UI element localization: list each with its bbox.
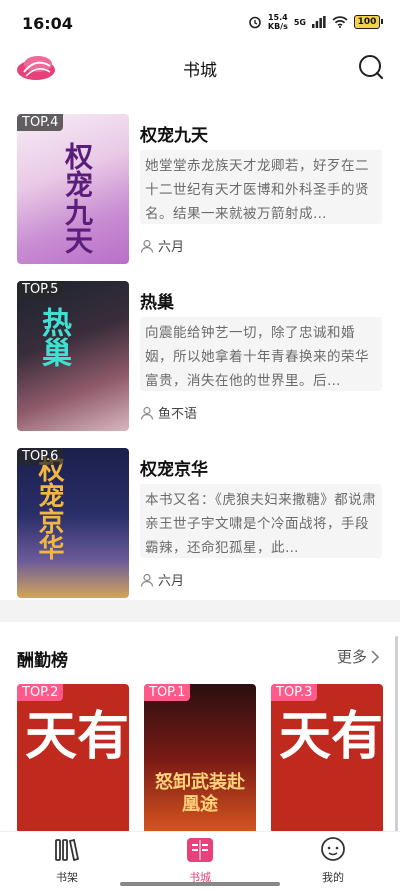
user-icon <box>140 573 154 587</box>
page-title: 书城 <box>183 61 217 81</box>
store-icon <box>187 838 213 862</box>
status-icons: 15.4 KB/s 5G 100 <box>248 13 383 31</box>
home-indicator[interactable] <box>120 882 280 886</box>
user-icon <box>140 239 154 253</box>
book-title: 权宠九天 <box>140 126 208 146</box>
user-icon <box>140 406 154 420</box>
rank-badge: TOP.2 <box>17 684 64 701</box>
status-bar: 16:04 15.4 KB/s 5G 100 <box>0 0 400 48</box>
rank-badge: TOP.4 <box>17 114 64 131</box>
rank-badge: TOP.6 <box>17 448 64 465</box>
book-item[interactable]: 权宠九天 TOP.4 权宠九天 她堂堂赤龙族天才龙卿若，好歹在二十二世纪有天才医… <box>0 114 400 264</box>
cover-title: 天有 <box>279 706 383 767</box>
top-bar: 书城 <box>0 48 400 88</box>
nav-store[interactable]: 书城 <box>160 836 240 885</box>
more-link[interactable]: 更多 <box>337 646 380 667</box>
cover-title: 天有 <box>25 706 129 767</box>
cover-title: 权宠九天 <box>61 142 94 254</box>
book-cover[interactable]: 权宠京华 TOP.6 <box>17 448 129 598</box>
book-description: 向震能给钟艺一切，除了忠诚和婚姻，所以她拿着十年青春换来的荣华富贵，消失在他的世… <box>140 317 382 391</box>
book-author: 鱼不语 <box>140 403 197 422</box>
rank-badge: TOP.1 <box>144 684 191 701</box>
network-speed: 15.4 KB/s <box>267 13 288 31</box>
cover-title: 怒卸武装赴凰途 <box>155 772 245 815</box>
book-author: 六月 <box>140 570 184 589</box>
battery-icon: 100 <box>354 15 383 29</box>
alarm-icon <box>249 16 261 29</box>
ranking-card[interactable]: 天有 TOP.3 <box>271 684 383 834</box>
nav-shelf[interactable]: 书架 <box>27 836 107 885</box>
ranking-card[interactable]: 天有 TOP.2 <box>17 684 129 834</box>
section-title: 酬勤榜 <box>17 651 68 671</box>
rank-badge: TOP.5 <box>17 281 64 298</box>
status-time: 16:04 <box>22 14 73 33</box>
book-cover[interactable]: 权宠九天 TOP.4 <box>17 114 129 264</box>
book-item[interactable]: 热巢 TOP.5 热巢 向震能给钟艺一切，除了忠诚和婚姻，所以她拿着十年青春换来… <box>0 281 400 431</box>
book-item[interactable]: 权宠京华 TOP.6 权宠京华 本书又名：《虎狼夫妇来撒糖》都说肃亲王世子宇文啸… <box>0 448 400 598</box>
book-description: 本书又名：《虎狼夫妇来撒糖》都说肃亲王世子宇文啸是个冷面战将，手段霸辣，还命犯孤… <box>140 484 382 558</box>
book-title: 权宠京华 <box>140 460 208 480</box>
book-description: 她堂堂赤龙族天才龙卿若，好歹在二十二世纪有天才医博和外科圣手的贤名。结果一来就被… <box>140 150 382 224</box>
network-type: 5G <box>293 17 306 27</box>
scrollbar[interactable] <box>395 636 398 846</box>
search-icon[interactable] <box>358 54 384 80</box>
profile-icon <box>321 837 345 861</box>
book-cover[interactable]: 热巢 TOP.5 <box>17 281 129 431</box>
section-divider <box>0 600 400 622</box>
cover-title: 权宠京华 <box>34 456 64 560</box>
signal-icon <box>312 16 326 28</box>
book-title: 热巢 <box>140 293 174 313</box>
chevron-right-icon <box>371 649 380 664</box>
cover-title: 热巢 <box>36 307 71 367</box>
book-author: 六月 <box>140 236 184 255</box>
ranking-card[interactable]: 怒卸武装赴凰途 TOP.1 <box>144 684 256 834</box>
nav-mine[interactable]: 我的 <box>293 836 373 885</box>
rank-badge: TOP.3 <box>271 684 318 701</box>
bookshelf-icon <box>55 838 80 862</box>
wifi-icon <box>332 16 348 28</box>
